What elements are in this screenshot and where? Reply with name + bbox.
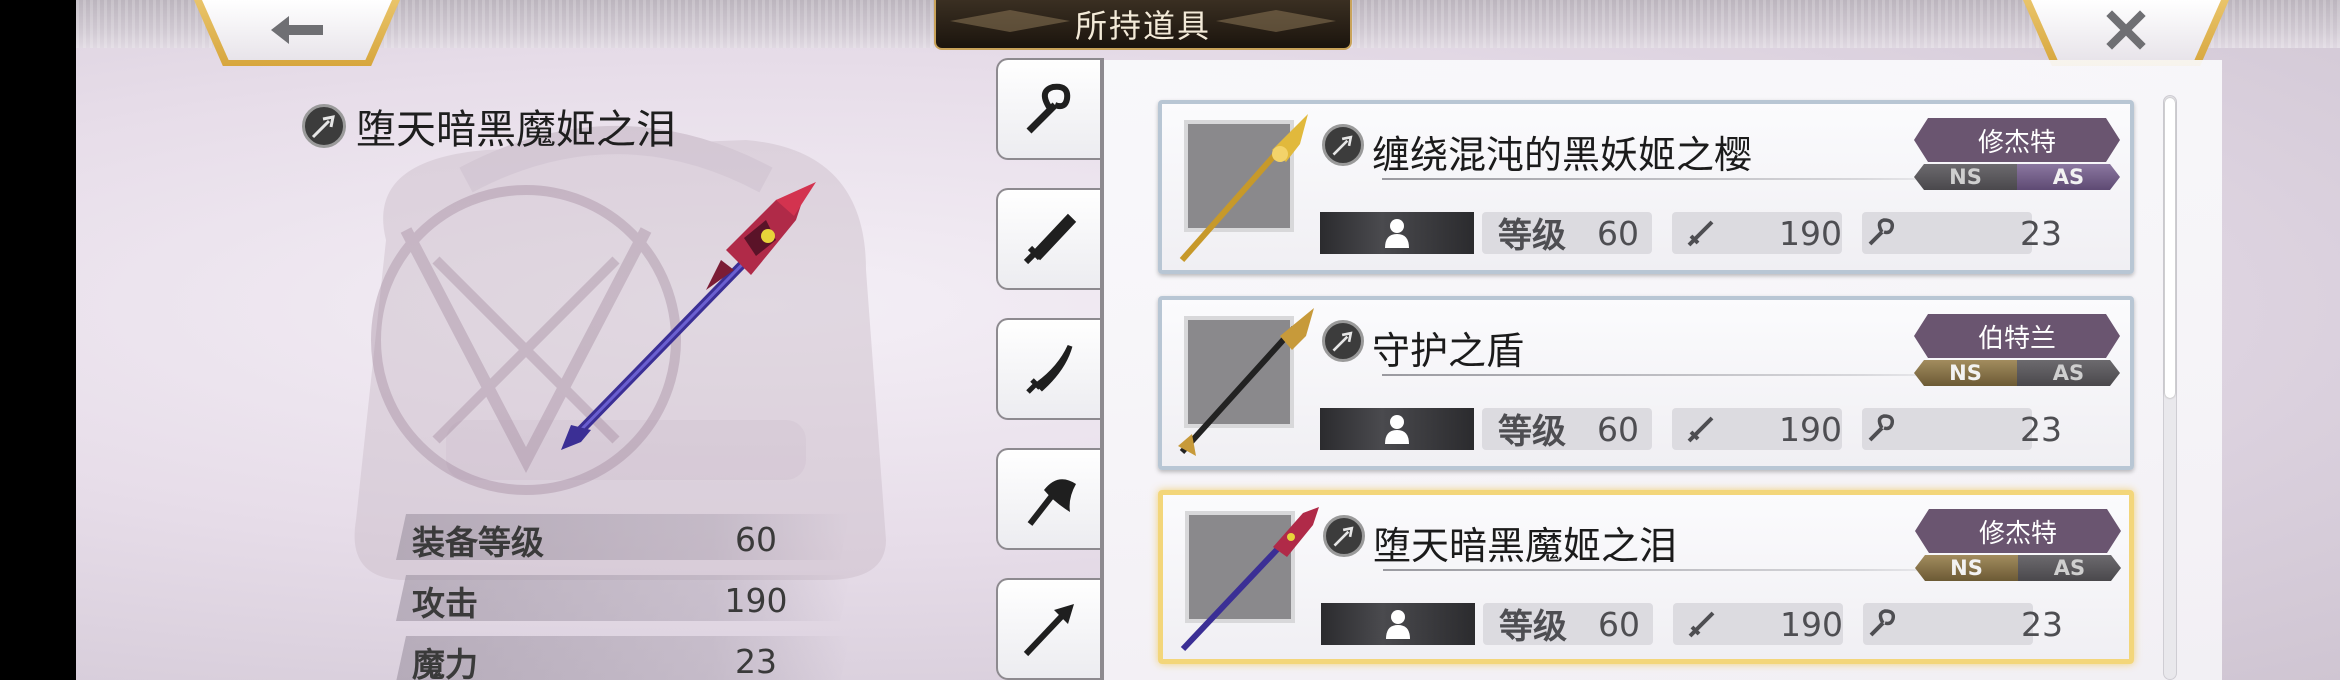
magic-value: 23 xyxy=(2020,410,2062,449)
character-badge: 修杰特 xyxy=(1915,509,2121,553)
weapon-thumbnail-image xyxy=(1179,114,1308,262)
level-value: 60 xyxy=(1597,410,1639,449)
stat-label-equip-level: 装备等级 xyxy=(412,523,544,562)
detail-header: 堕天暗黑魔姬之泪 xyxy=(302,97,676,155)
back-button[interactable] xyxy=(194,0,400,66)
stat-value-equip-level: 60 xyxy=(735,520,777,559)
attack-value: 190 xyxy=(1780,605,1843,644)
level-label: 等级 xyxy=(1499,607,1567,647)
character-name: 修杰特 xyxy=(1978,518,2057,549)
character-name: 修杰特 xyxy=(1977,127,2056,158)
page-title: 所持道具 xyxy=(1074,7,1211,45)
level-value: 60 xyxy=(1597,214,1639,253)
item-name: 守护之盾 xyxy=(1372,329,1525,373)
magic-icon xyxy=(1869,609,1896,637)
weapon-thumbnail-image xyxy=(1180,507,1319,652)
item-card[interactable]: 守护之盾 伯特兰 NS AS 等级 60 190 23 xyxy=(1158,296,2134,470)
level-label: 等级 xyxy=(1498,412,1566,452)
stat-label-magic: 魔力 xyxy=(412,645,478,680)
ns-indicator: NS xyxy=(1914,164,2017,190)
spear-icon xyxy=(1023,604,1074,657)
level-label: 等级 xyxy=(1498,216,1566,256)
axe-icon xyxy=(1027,479,1076,526)
as-indicator: AS xyxy=(2018,555,2121,581)
name-underline xyxy=(1382,374,1982,376)
staff-icon xyxy=(1026,83,1071,134)
magic-icon xyxy=(1868,218,1895,246)
game-screen: 所持道具 堕天暗黑魔姬之泪 装备等级 60 攻击 190 魔力 23 缠绕混沌的… xyxy=(76,0,2340,680)
equipped-by-box xyxy=(1320,212,1474,254)
weapon-thumbnail-image xyxy=(1178,308,1314,456)
ns-as-indicator: NS AS xyxy=(1914,360,2120,386)
attack-icon xyxy=(1687,416,1714,443)
person-icon xyxy=(1386,610,1410,639)
katana-icon xyxy=(1026,344,1073,394)
spear-icon xyxy=(1323,515,1365,557)
magic-value: 23 xyxy=(2020,214,2062,253)
stat-label-attack: 攻击 xyxy=(412,584,478,623)
arrow-left-icon xyxy=(271,16,323,44)
name-underline xyxy=(1382,178,1982,180)
ns-as-indicator: NS AS xyxy=(1914,164,2120,190)
name-underline xyxy=(1383,569,1983,571)
ns-as-indicator: NS AS xyxy=(1915,555,2121,581)
banner-ornament-right xyxy=(1216,10,1336,32)
attack-icon xyxy=(1688,611,1715,638)
tab-divider xyxy=(1100,58,1104,680)
character-badge: 伯特兰 xyxy=(1914,314,2120,358)
tab-spear[interactable] xyxy=(996,578,1100,680)
item-name: 缠绕混沌的黑妖姬之樱 xyxy=(1372,133,1753,177)
ns-indicator: NS xyxy=(1914,360,2017,386)
tab-sword[interactable] xyxy=(996,188,1100,290)
equipped-by-box xyxy=(1321,603,1475,645)
close-button[interactable] xyxy=(2023,0,2229,66)
character-badge: 修杰特 xyxy=(1914,118,2120,162)
stat-value-magic: 23 xyxy=(735,642,777,680)
tab-axe[interactable] xyxy=(996,448,1100,550)
equipped-by-box xyxy=(1320,408,1474,450)
tab-staff[interactable] xyxy=(996,58,1100,160)
ns-indicator: NS xyxy=(1915,555,2018,581)
as-indicator: AS xyxy=(2017,164,2120,190)
attack-value: 190 xyxy=(1779,214,1842,253)
title-banner: 所持道具 xyxy=(934,0,1352,50)
close-icon xyxy=(2106,10,2146,50)
tab-katana[interactable] xyxy=(996,318,1100,420)
magic-value: 23 xyxy=(2021,605,2063,644)
magic-icon xyxy=(1868,414,1895,442)
item-name: 堕天暗黑魔姬之泪 xyxy=(1373,524,1678,568)
item-card-selected[interactable]: 堕天暗黑魔姬之泪 修杰特 NS AS 等级 60 190 23 xyxy=(1158,490,2134,664)
scrollbar-thumb[interactable] xyxy=(2165,98,2175,398)
banner-ornament-left xyxy=(950,10,1070,32)
weapon-preview-image xyxy=(561,182,816,450)
sword-icon xyxy=(1023,213,1077,265)
attack-icon xyxy=(1687,220,1714,247)
person-icon xyxy=(1385,415,1409,444)
item-card[interactable]: 缠绕混沌的黑妖姬之樱 修杰特 NS AS 等级 60 190 23 xyxy=(1158,100,2134,274)
attack-value: 190 xyxy=(1779,410,1842,449)
person-icon xyxy=(1385,219,1409,248)
spear-icon xyxy=(302,104,346,148)
spear-icon xyxy=(1322,320,1364,362)
spear-icon xyxy=(1322,124,1364,166)
detail-item-name: 堕天暗黑魔姬之泪 xyxy=(356,107,676,153)
level-value: 60 xyxy=(1598,605,1640,644)
character-name: 伯特兰 xyxy=(1977,323,2056,354)
stat-value-attack: 190 xyxy=(724,581,788,620)
as-indicator: AS xyxy=(2017,360,2120,386)
